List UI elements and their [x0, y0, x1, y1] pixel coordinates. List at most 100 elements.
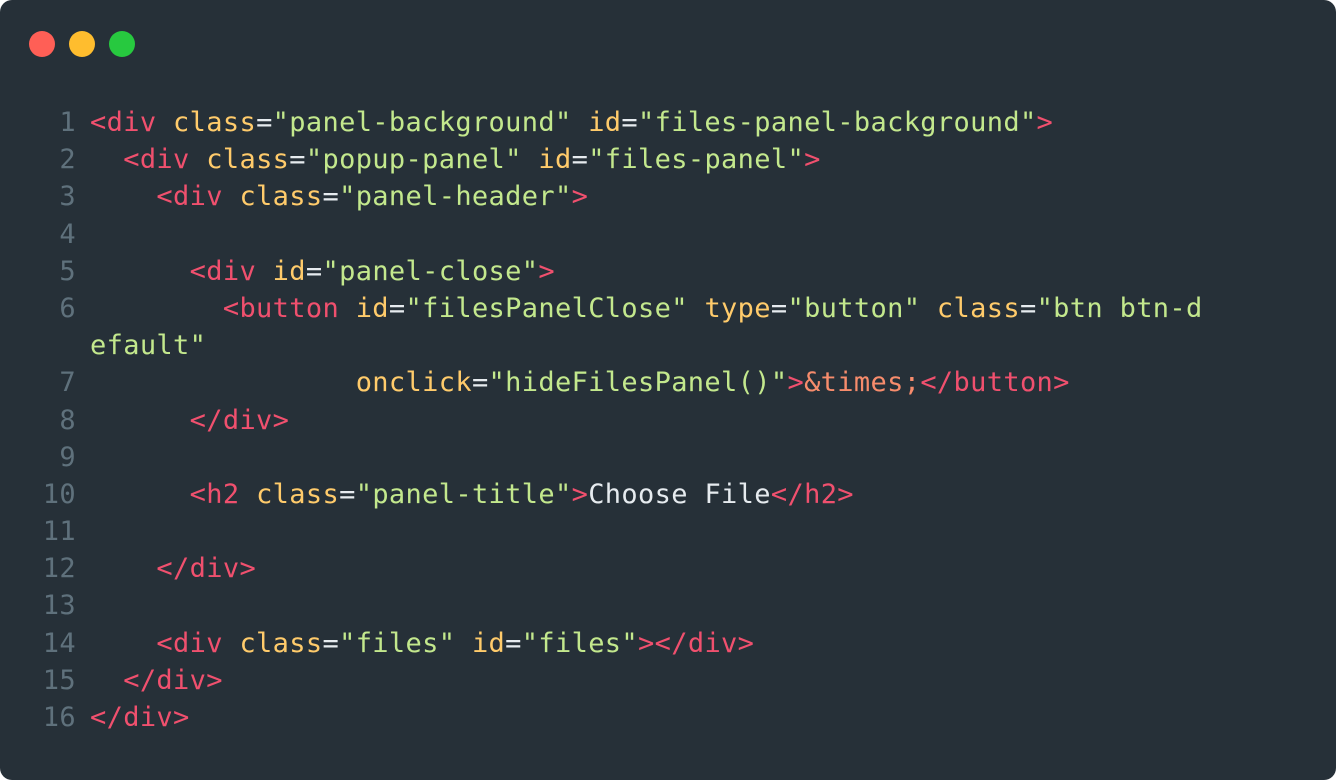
- maximize-window-button[interactable]: [109, 31, 135, 57]
- code-token-string: "panel-close": [322, 255, 539, 287]
- close-window-button[interactable]: [29, 31, 55, 57]
- code-token-tag: >: [787, 367, 805, 399]
- code-token-tag: </div>: [156, 553, 257, 585]
- code-token-tag: <div: [123, 144, 190, 176]
- code-token-text: Choose File: [588, 478, 771, 510]
- window-controls: [29, 31, 135, 57]
- code-line: 15 </div>: [0, 662, 1336, 699]
- code-token-tag: ></div>: [638, 627, 755, 659]
- code-line: 9: [0, 439, 1336, 476]
- code-window: 1 <div class="panel-background" id="files…: [0, 0, 1336, 780]
- line-content: [76, 587, 1215, 624]
- code-line: 11: [0, 513, 1336, 550]
- code-token-entity: &times;: [804, 367, 921, 399]
- line-number: 4: [59, 218, 76, 250]
- code-token-text: =: [471, 367, 489, 399]
- code-token-tag: </h2>: [770, 478, 854, 510]
- code-token-tag: </div>: [90, 702, 190, 734]
- code-token-tag: </button>: [920, 367, 1070, 399]
- code-token-tag: <div: [90, 107, 157, 138]
- code-token-string: "files-panel-background": [638, 107, 1037, 138]
- code-token-text: =: [339, 478, 356, 510]
- code-block: 1 <div class="panel-background" id="files…: [0, 104, 1336, 736]
- code-token-text: =: [322, 181, 340, 213]
- line-number: 3: [59, 181, 76, 213]
- code-line: 13: [0, 587, 1336, 624]
- line-content: <div class="files" id="files"></div>: [76, 625, 1215, 662]
- minimize-window-button[interactable]: [69, 31, 95, 57]
- line-number: 16: [42, 702, 76, 734]
- line-number: 11: [42, 516, 76, 548]
- code-token-tag: </div>: [123, 664, 223, 696]
- code-line: 1 <div class="panel-background" id="files…: [0, 104, 1336, 141]
- line-number: 1: [59, 107, 76, 138]
- code-token-text: =: [621, 107, 639, 138]
- line-content: [76, 513, 1215, 550]
- code-token-tag: <div: [156, 181, 223, 213]
- code-line: 8 </div>: [0, 402, 1336, 439]
- line-content: [76, 439, 1215, 476]
- line-number: 7: [59, 367, 76, 399]
- code-token-tag: >: [1036, 107, 1054, 138]
- code-token-tag: >: [804, 144, 821, 176]
- code-token-tag: <div: [156, 627, 223, 659]
- line-content: </div>: [76, 662, 1215, 699]
- line-content: <button id="filesPanelClose" type="butto…: [76, 290, 1215, 364]
- code-token-tag: <h2: [189, 478, 240, 510]
- code-token-attr: id: [588, 107, 622, 138]
- code-token-attr: id: [538, 144, 572, 176]
- code-token-attr: class: [206, 144, 290, 176]
- code-token-tag: </div>: [189, 404, 290, 436]
- code-token-attr: class: [239, 627, 323, 659]
- code-token-text: =: [305, 255, 323, 287]
- code-line: 16 </div>: [0, 699, 1336, 736]
- code-token-string: "panel-title": [355, 478, 572, 510]
- code-token-string: "panel-background": [272, 107, 572, 138]
- code-token-text: =: [322, 627, 340, 659]
- line-content: <h2 class="panel-title">Choose File</h2>: [76, 476, 1215, 513]
- line-content: <div id="panel-close">: [76, 253, 1215, 290]
- code-line: 3 <div class="panel-header">: [0, 178, 1336, 215]
- code-line: 6 <button id="filesPanelClose" type="but…: [0, 290, 1336, 364]
- code-token-tag: >: [571, 478, 589, 510]
- code-token-string: "filesPanelClose": [405, 292, 688, 324]
- code-token-string: "button": [787, 292, 921, 324]
- code-token-attr: class: [239, 181, 323, 213]
- line-content: <div class="panel-background" id="files-…: [76, 104, 1215, 141]
- code-token-tag: >: [538, 255, 555, 287]
- code-token-attr: class: [256, 478, 340, 510]
- code-token-attr: id: [355, 292, 389, 324]
- code-token-tag: <div: [189, 255, 257, 287]
- code-token-string: "files-panel": [588, 144, 805, 176]
- line-number: 9: [59, 441, 76, 473]
- code-line: 7 onclick="hideFilesPanel()">&times;</bu…: [0, 364, 1336, 401]
- code-token-tag: <button: [222, 292, 340, 324]
- line-number: 2: [59, 144, 76, 176]
- line-number: 13: [42, 590, 76, 622]
- code-token-attr: type: [704, 292, 771, 324]
- code-token-attr: class: [936, 292, 1020, 324]
- code-token-text: =: [770, 292, 788, 324]
- code-token-text: =: [571, 144, 589, 176]
- code-token-string: "popup-panel": [305, 144, 522, 176]
- code-line: 4: [0, 216, 1336, 253]
- code-line: 2 <div class="popup-panel" id="files-pan…: [0, 141, 1336, 178]
- line-content: <div class="panel-header">: [76, 178, 1215, 215]
- code-line: 10 <h2 class="panel-title">Choose File</…: [0, 476, 1336, 513]
- line-number: 10: [42, 478, 76, 510]
- line-number: 8: [59, 404, 76, 436]
- line-content: </div>: [76, 699, 1215, 736]
- line-number: 6: [59, 292, 76, 324]
